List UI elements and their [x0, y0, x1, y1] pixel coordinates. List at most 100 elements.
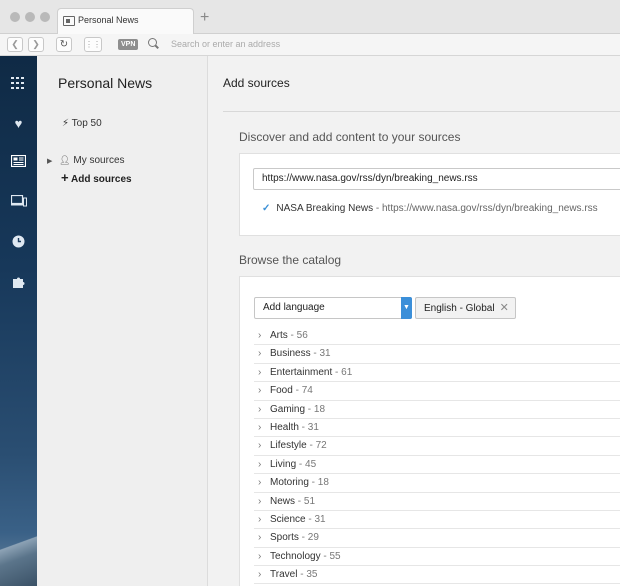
- chevron-right-icon: ›: [258, 458, 262, 470]
- person-icon: 👤︎: [59, 155, 71, 165]
- new-tab-button[interactable]: +: [200, 10, 209, 26]
- catalog-row[interactable]: › Motoring - 18: [254, 474, 620, 493]
- close-window-button[interactable]: [10, 12, 20, 22]
- address-field[interactable]: Search or enter an address: [171, 39, 280, 49]
- chevron-right-icon: ›: [258, 550, 262, 562]
- title-bar: Personal News +: [0, 0, 620, 35]
- category-count-sep: -: [292, 385, 302, 397]
- chevron-right-icon: ›: [258, 513, 262, 525]
- reload-button[interactable]: ↻: [56, 37, 72, 52]
- result-name: NASA Breaking News: [276, 203, 374, 214]
- result-url: https://www.nasa.gov/rss/dyn/breaking_ne…: [382, 203, 598, 214]
- grid-icon[interactable]: [11, 77, 26, 92]
- category-count-sep: -: [295, 495, 304, 507]
- top-50-item[interactable]: ⚡︎ Top 50: [62, 118, 102, 129]
- category-name: Arts: [270, 330, 288, 341]
- tab-personal-news[interactable]: Personal News: [57, 8, 194, 35]
- catalog-row[interactable]: › Gaming - 18: [254, 401, 620, 419]
- category-count-sep: -: [305, 403, 314, 415]
- category-count: 29: [307, 532, 319, 544]
- category-name: Business: [270, 348, 311, 360]
- catalog-row[interactable]: › Living - 45: [254, 456, 620, 475]
- maximize-window-button[interactable]: [40, 12, 50, 22]
- category-count-sep: -: [308, 477, 318, 489]
- clock-icon[interactable]: [11, 235, 26, 250]
- category-count: 55: [329, 550, 341, 562]
- chevron-right-icon: ›: [258, 440, 262, 452]
- devices-icon[interactable]: [10, 194, 27, 210]
- news-icon[interactable]: [10, 154, 27, 170]
- remove-language-icon[interactable]: ✕: [500, 302, 509, 314]
- address-toolbar: ❮ ❯ ↻ ⋮⋮ VPN Search or enter an address: [0, 34, 620, 56]
- category-count-sep: -: [332, 366, 342, 378]
- category-count: 35: [306, 569, 318, 581]
- catalog-row[interactable]: › Food - 74: [254, 382, 620, 401]
- chevron-right-icon: ›: [258, 348, 262, 360]
- language-chip-label: English - Global: [424, 303, 495, 314]
- category-count: 74: [301, 385, 313, 397]
- category-name: Motoring: [270, 477, 309, 489]
- minimize-window-button[interactable]: [25, 12, 35, 22]
- category-count-sep: -: [306, 440, 316, 452]
- discover-heading: Discover and add content to your sources: [239, 130, 461, 144]
- catalog-row[interactable]: › Health - 31: [254, 419, 620, 438]
- category-count: 18: [313, 403, 326, 415]
- catalog-row[interactable]: › Technology - 55: [254, 548, 620, 567]
- category-count: 45: [305, 458, 317, 470]
- category-name: Gaming: [270, 403, 306, 415]
- speed-dial-button[interactable]: ⋮⋮: [84, 37, 102, 52]
- catalog-row[interactable]: › Sports - 29: [254, 529, 620, 548]
- my-sources-label: My sources: [73, 155, 125, 166]
- divider: [223, 111, 620, 112]
- catalog-row[interactable]: › News - 51: [254, 493, 620, 511]
- catalog-heading: Browse the catalog: [239, 253, 342, 267]
- chevron-right-icon: ›: [258, 569, 262, 581]
- category-count: 56: [296, 330, 308, 341]
- mountain-wallpaper: [0, 516, 37, 586]
- forward-button[interactable]: ❯: [28, 37, 44, 52]
- page-title: Add sources: [223, 76, 290, 90]
- news-panel: Personal News ⚡︎ Top 50 ▶ 👤︎ My sources …: [37, 56, 208, 586]
- category-count: 61: [341, 366, 353, 378]
- main-content: Add sources Discover and add content to …: [208, 56, 620, 586]
- category-name: Entertainment: [270, 366, 333, 378]
- puzzle-icon[interactable]: [11, 275, 26, 290]
- expand-triangle-icon[interactable]: ▶: [47, 158, 52, 165]
- catalog-row[interactable]: › Arts - 56: [254, 327, 620, 346]
- category-name: Sports: [270, 532, 299, 544]
- plus-icon: +: [61, 170, 69, 185]
- catalog-row[interactable]: › Travel - 35: [254, 566, 620, 585]
- source-url-input[interactable]: https://www.nasa.gov/rss/dyn/breaking_ne…: [253, 168, 620, 190]
- heart-icon[interactable]: ♥: [11, 116, 26, 131]
- back-button[interactable]: ❮: [7, 37, 23, 52]
- tab-title: Personal News: [78, 15, 139, 25]
- catalog-row[interactable]: › Science - 31: [254, 511, 620, 530]
- panel-title: Personal News: [58, 75, 153, 91]
- catalog-row[interactable]: › Lifestyle - 72: [254, 437, 620, 456]
- category-count: 31: [314, 513, 326, 525]
- category-count: 18: [317, 477, 329, 489]
- category-name: News: [270, 495, 296, 507]
- catalog-list: › Arts - 56 › Business - 31 › Entertainment -…: [254, 327, 620, 585]
- category-name: Food: [270, 385, 293, 397]
- add-language-select[interactable]: Add language ▼: [254, 297, 412, 319]
- chevron-right-icon: ›: [258, 330, 262, 341]
- catalog-row[interactable]: › Entertainment - 61: [254, 364, 620, 383]
- category-count: 31: [319, 348, 331, 360]
- category-name: Science: [270, 513, 306, 525]
- vpn-badge[interactable]: VPN: [118, 39, 139, 50]
- category-name: Living: [270, 458, 297, 470]
- catalog-row[interactable]: › Business - 31: [254, 345, 620, 364]
- chevron-right-icon: ›: [258, 495, 262, 507]
- chevron-down-icon[interactable]: ▼: [401, 297, 412, 319]
- category-name: Travel: [270, 569, 298, 581]
- my-sources-item[interactable]: ▶ 👤︎ My sources: [47, 155, 125, 166]
- category-count-sep: -: [297, 569, 307, 581]
- catalog-card: Add language ▼ English - Global ✕ › Arts -…: [239, 276, 620, 586]
- category-count-sep: -: [298, 532, 308, 544]
- top-50-label: Top 50: [71, 118, 102, 129]
- add-sources-item[interactable]: + Add sources: [61, 170, 132, 185]
- chevron-right-icon: ›: [258, 385, 262, 397]
- category-count-sep: -: [287, 330, 297, 341]
- source-result[interactable]: ✓ NASA Breaking News - https://www.nasa.g…: [262, 203, 598, 214]
